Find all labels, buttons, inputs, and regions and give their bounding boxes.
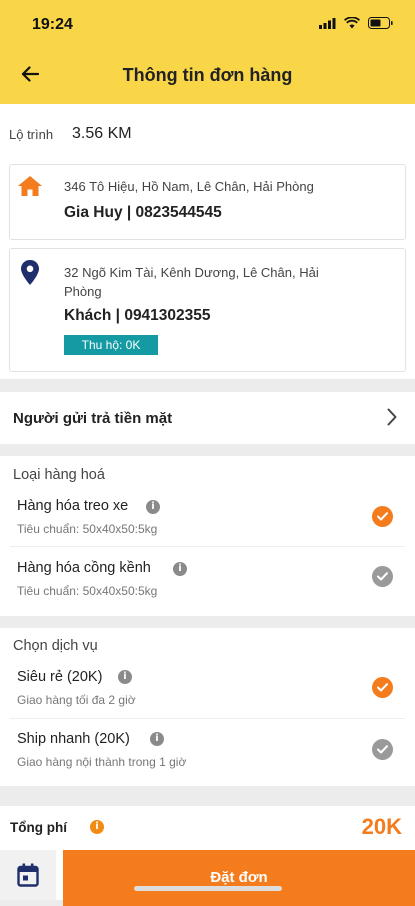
payment-method-row[interactable]: Người gửi trả tiền mặt [0,392,415,444]
status-icons [319,17,393,29]
pickup-card[interactable]: 346 Tô Hiệu, Hồ Nam, Lê Chân, Hải Phòng … [9,164,406,240]
home-icon [18,176,42,196]
dropoff-contact: Khách | 0941302355 [64,307,211,324]
check-selected-icon[interactable] [372,506,393,527]
app-header: Thông tin đơn hàng [0,46,415,104]
check-selected-icon[interactable] [372,677,393,698]
schedule-button[interactable] [0,850,56,900]
info-icon[interactable]: i [173,562,187,576]
service-option-title: Siêu rẻ (20K) [17,669,103,685]
home-indicator [134,886,282,891]
total-fee-label: Tổng phí [10,820,67,835]
service-option-title: Ship nhanh (20K) [17,731,130,747]
service-option-sub: Giao hàng tối đa 2 giờ [17,693,136,707]
check-unselected-icon[interactable] [372,739,393,760]
service-option-sub: Giao hàng nội thành trong 1 giờ [17,755,187,769]
goods-option-title: Hàng hóa treo xe [17,498,129,514]
goods-option[interactable]: Hàng hóa treo xe i Tiêu chuẩn: 50x40x50:… [0,490,415,546]
page-title: Thông tin đơn hàng [122,65,293,85]
status-time: 19:24 [32,16,73,33]
battery-icon [368,17,393,29]
wifi-icon [344,17,360,29]
cod-badge: Thu hộ: 0K [64,335,158,355]
service-section: Chọn dịch vụ Siêu rẻ (20K) i Giao hàng t… [0,628,415,786]
status-bar: 19:24 [0,0,415,46]
service-section-title: Chọn dịch vụ [13,638,98,654]
check-unselected-icon[interactable] [372,566,393,587]
goods-option-title: Hàng hóa cồng kềnh [17,560,151,576]
chevron-right-icon [387,408,397,426]
service-option[interactable]: Ship nhanh (20K) i Giao hàng nội thành t… [0,722,415,778]
pickup-address: 346 Tô Hiệu, Hồ Nam, Lê Chân, Hải Phòng [64,179,314,194]
goods-section: Loại hàng hoá Hàng hóa treo xe i Tiêu ch… [0,456,415,616]
service-option[interactable]: Siêu rẻ (20K) i Giao hàng tối đa 2 giờ [0,660,415,716]
place-order-button[interactable]: Đặt đơn [63,850,415,906]
location-pin-icon [21,260,39,285]
signal-icon [319,17,336,29]
payment-method-label: Người gửi trả tiền mặt [13,410,173,427]
dropoff-address-line2: Phòng [64,284,102,299]
info-icon[interactable]: i [150,732,164,746]
goods-option-sub: Tiêu chuẩn: 50x40x50:5kg [17,522,158,536]
dropoff-card[interactable]: 32 Ngõ Kim Tài, Kênh Dương, Lê Chân, Hải… [9,248,406,372]
info-icon[interactable]: i [146,500,160,514]
goods-option[interactable]: Hàng hóa cồng kềnh i Tiêu chuẩn: 50x40x5… [0,552,415,608]
calendar-icon [17,863,39,887]
divider [10,718,405,719]
info-icon[interactable]: i [118,670,132,684]
total-fee-value: 20K [361,814,402,839]
goods-option-sub: Tiêu chuẩn: 50x40x50:5kg [17,584,158,598]
pickup-contact: Gia Huy | 0823544545 [64,204,222,221]
route-distance: 3.56 KM [72,125,132,142]
goods-section-title: Loại hàng hoá [13,467,105,483]
route-label: Lộ trình [9,127,54,142]
dropoff-address-line1: 32 Ngõ Kim Tài, Kênh Dương, Lê Chân, Hải [64,265,319,280]
divider [10,546,405,547]
total-info-icon[interactable]: i [90,820,104,834]
